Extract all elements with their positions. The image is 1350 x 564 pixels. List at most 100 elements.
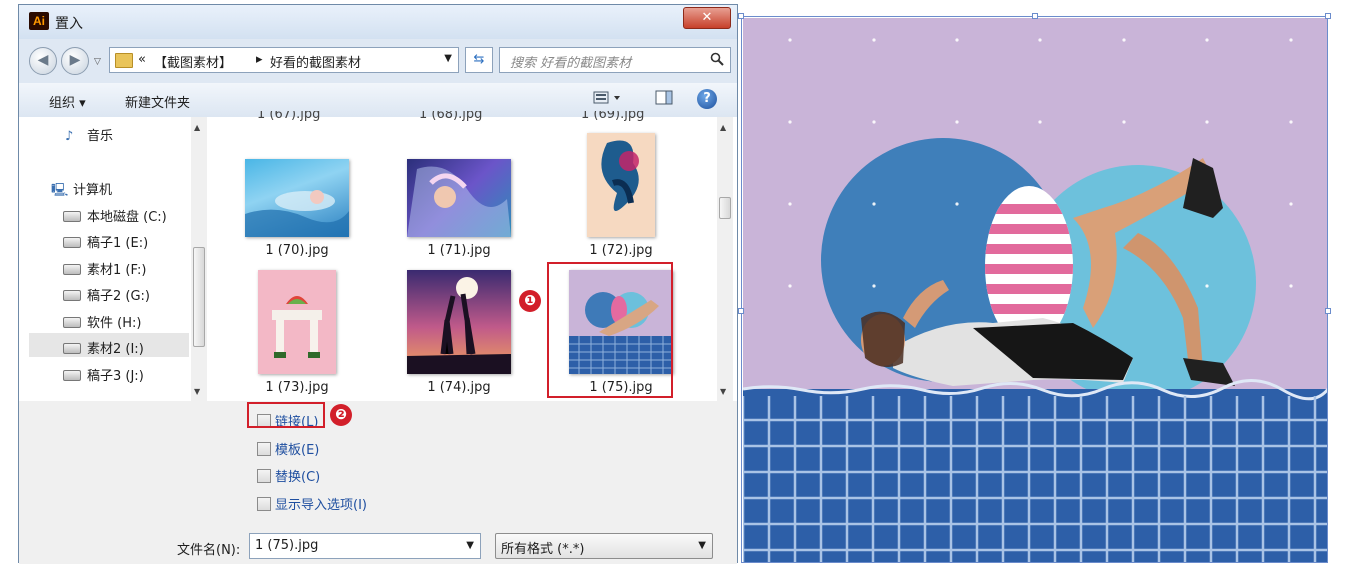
sidebar-scroll-thumb[interactable]: [193, 247, 205, 347]
breadcrumb-parent-folder[interactable]: 【截图素材】: [154, 52, 232, 71]
scroll-up-icon[interactable]: ▲: [194, 123, 200, 132]
sidebar-item-computer[interactable]: 🖳 计算机: [51, 179, 112, 201]
recent-locations-icon[interactable]: ▽: [94, 57, 101, 67]
sidebar-item-label: 稿子2 (G:): [87, 289, 151, 304]
sidebar-item-drive-f[interactable]: 素材1 (F:): [63, 259, 146, 281]
file-item[interactable]: 1 (72).jpg: [561, 133, 681, 258]
drive-icon: [63, 290, 81, 301]
place-options-area: 链接(L) 模板(E) 替换(C) 显示导入选项(I) 文件名(N): 1 (7…: [19, 401, 737, 564]
search-placeholder: 搜索 好看的截图素材: [510, 56, 632, 71]
refresh-button[interactable]: ⇆: [465, 47, 493, 73]
breadcrumb-overflow[interactable]: «: [138, 52, 146, 67]
sidebar-item-drive-e[interactable]: 稿子1 (E:): [63, 232, 148, 254]
address-bar: ◀ ▶ ▽ « 【截图素材】 ▸ 好看的截图素材 ▼ ⇆ 搜索 好看的截图素材: [19, 39, 737, 83]
checkbox-box[interactable]: [257, 469, 271, 483]
title-bar[interactable]: Ai 置入 ✕: [19, 5, 737, 39]
scroll-up-icon[interactable]: ▲: [720, 123, 726, 132]
placed-image-bounding-box[interactable]: [741, 16, 1328, 563]
view-options-icon[interactable]: [593, 90, 620, 106]
drive-icon: [63, 317, 81, 328]
preview-pane-icon[interactable]: [655, 90, 673, 106]
sidebar-item-drive-g[interactable]: 稿子2 (G:): [63, 285, 150, 307]
replace-checkbox[interactable]: 替换(C): [257, 466, 320, 485]
scroll-down-icon[interactable]: ▼: [720, 387, 726, 396]
sidebar-item-label: 素材1 (F:): [87, 263, 147, 278]
file-list-scrollbar[interactable]: ▲ ▼: [717, 117, 733, 401]
chevron-down-icon[interactable]: ▼: [466, 540, 474, 551]
file-item[interactable]: 1 (73).jpg: [237, 270, 357, 395]
replace-option-label[interactable]: 替换(C): [275, 470, 320, 485]
sidebar-item-label: 音乐: [87, 129, 114, 144]
file-thumbnail: [407, 159, 511, 237]
cut-off-file-row: 1 (67).jpg 1 (68).jpg 1 (69).jpg: [213, 111, 717, 123]
file-name: 1 (73).jpg: [265, 380, 329, 395]
selected-file-highlight-box: [547, 262, 673, 398]
help-icon[interactable]: ?: [697, 89, 717, 109]
checkbox-box[interactable]: [257, 442, 271, 456]
sidebar-item-drive-j[interactable]: 稿子3 (J:): [63, 365, 144, 387]
close-button[interactable]: ✕: [683, 7, 731, 29]
file-item[interactable]: 1 (70).jpg: [237, 159, 357, 258]
transform-handle[interactable]: [738, 13, 744, 19]
system-drive-icon: [63, 211, 81, 222]
sidebar-item-label: 稿子3 (J:): [87, 369, 144, 384]
back-button[interactable]: ◀: [29, 47, 57, 75]
transform-handle[interactable]: [738, 308, 744, 314]
search-icon[interactable]: [710, 52, 724, 70]
organize-menu[interactable]: 组织 ▾: [49, 92, 86, 111]
sidebar-item-music[interactable]: ♪ 音乐: [65, 125, 113, 147]
show-import-options-checkbox[interactable]: 显示导入选项(I): [257, 494, 367, 513]
scroll-down-icon[interactable]: ▼: [194, 387, 200, 396]
transform-handle[interactable]: [1325, 308, 1331, 314]
sidebar-item-label: 软件 (H:): [87, 316, 142, 331]
checkbox-box[interactable]: [257, 497, 271, 511]
sidebar-item-label: 素材2 (I:): [87, 342, 144, 357]
sidebar-item-drive-i[interactable]: 素材2 (I:): [63, 338, 144, 360]
drive-icon: [63, 343, 81, 354]
file-item[interactable]: 1 (71).jpg: [399, 159, 519, 258]
search-input[interactable]: 搜索 好看的截图素材: [499, 47, 731, 73]
file-item[interactable]: 1 (74).jpg: [399, 270, 519, 395]
file-thumbnail: [245, 159, 349, 237]
breadcrumb[interactable]: « 【截图素材】 ▸ 好看的截图素材 ▼: [109, 47, 459, 73]
folder-icon: [115, 53, 133, 68]
file-thumbnail: [258, 270, 336, 374]
navigation-pane: ♪ 音乐 🖳 计算机 本地磁盘 (C:) 稿子1 (E:) 素材1 (F:) 稿子2…: [19, 117, 213, 401]
file-type-value[interactable]: 所有格式 (*.*): [501, 538, 584, 557]
drive-icon: [63, 264, 81, 275]
file-type-select[interactable]: 所有格式 (*.*) ▼: [495, 533, 713, 559]
drive-icon: [63, 237, 81, 248]
file-list-scroll-thumb[interactable]: [719, 197, 731, 219]
file-thumbnail: [587, 133, 655, 237]
callout-marker-1: ❶: [519, 290, 541, 312]
file-thumbnail: [407, 270, 511, 374]
chevron-down-icon[interactable]: ▼: [698, 540, 706, 551]
breadcrumb-current-folder[interactable]: 好看的截图素材: [270, 52, 361, 71]
callout-marker-2: ❷: [330, 404, 352, 426]
filename-value[interactable]: 1 (75).jpg: [255, 538, 318, 553]
sidebar-item-drive-c[interactable]: 本地磁盘 (C:): [63, 206, 167, 228]
music-note-icon: ♪: [65, 129, 74, 144]
file-name: 1 (70).jpg: [265, 243, 329, 258]
new-folder-button[interactable]: 新建文件夹: [125, 92, 190, 111]
sidebar-item-drive-h[interactable]: 软件 (H:): [63, 312, 141, 334]
chevron-down-icon[interactable]: ▼: [444, 53, 452, 64]
computer-icon: 🖳: [51, 183, 69, 198]
drive-icon: [63, 370, 81, 381]
show-import-options-label[interactable]: 显示导入选项(I): [275, 498, 367, 513]
filename-label: 文件名(N):: [177, 543, 241, 558]
template-checkbox[interactable]: 模板(E): [257, 439, 319, 458]
forward-button[interactable]: ▶: [61, 47, 89, 75]
template-option-label[interactable]: 模板(E): [275, 443, 319, 458]
sidebar-item-label: 本地磁盘 (C:): [87, 210, 167, 225]
file-name: 1 (71).jpg: [427, 243, 491, 258]
dialog-title: 置入: [55, 16, 83, 32]
transform-handle[interactable]: [1325, 13, 1331, 19]
sidebar-item-label: 计算机: [73, 183, 113, 198]
filename-input[interactable]: 1 (75).jpg ▼: [249, 533, 481, 559]
sidebar-scrollbar[interactable]: ▲ ▼: [191, 117, 207, 401]
breadcrumb-separator[interactable]: ▸: [256, 52, 263, 67]
link-option-highlight-box: [247, 402, 325, 428]
file-name: 1 (67).jpg: [257, 111, 321, 122]
transform-handle[interactable]: [1032, 13, 1038, 19]
